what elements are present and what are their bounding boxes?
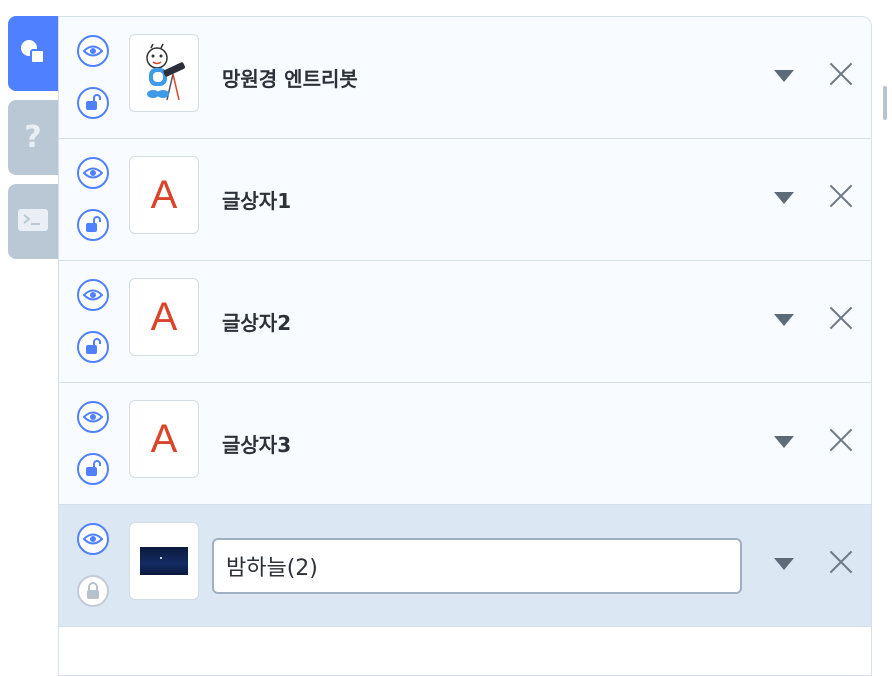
close-icon[interactable] (829, 61, 855, 87)
chevron-down-icon[interactable] (774, 70, 794, 82)
close-icon[interactable] (829, 427, 855, 453)
object-name-input[interactable] (212, 538, 742, 594)
object-name[interactable]: 글상자3 (222, 429, 291, 458)
tab-console[interactable] (8, 184, 58, 259)
chevron-down-icon[interactable] (774, 314, 794, 326)
night-sky-icon (140, 547, 188, 575)
entrybot-telescope-icon (146, 43, 186, 101)
chevron-down-icon[interactable] (774, 192, 794, 204)
visibility-toggle-button[interactable] (77, 523, 109, 555)
text-box-icon: A (150, 295, 178, 339)
eye-icon (83, 45, 103, 57)
unlock-icon (86, 460, 101, 476)
close-icon[interactable] (829, 183, 855, 209)
close-icon[interactable] (829, 549, 855, 575)
visibility-toggle-button[interactable] (77, 401, 109, 433)
lock-icon (87, 582, 99, 599)
chevron-down-icon[interactable] (774, 436, 794, 448)
object-thumbnail[interactable] (129, 34, 199, 112)
object-name[interactable]: 글상자1 (222, 185, 291, 214)
object-row[interactable]: A 글상자3 (59, 383, 871, 505)
object-name[interactable]: 글상자2 (222, 307, 291, 336)
lock-toggle-button[interactable] (77, 575, 109, 607)
chevron-down-icon[interactable] (774, 558, 794, 570)
visibility-toggle-button[interactable] (77, 157, 109, 189)
object-thumbnail[interactable]: A (129, 278, 199, 356)
object-name-input-wrapper (212, 538, 742, 594)
text-box-icon: A (150, 173, 178, 217)
side-tab-strip: ? (8, 16, 58, 268)
object-thumbnail[interactable] (129, 522, 199, 600)
unlock-icon (86, 216, 101, 232)
list-empty-area (59, 628, 871, 675)
visibility-toggle-button[interactable] (77, 279, 109, 311)
lock-toggle-button[interactable] (77, 209, 109, 241)
objects-icon (20, 39, 46, 69)
tab-objects[interactable] (8, 16, 58, 91)
eye-icon (83, 533, 103, 545)
lock-toggle-button[interactable] (77, 87, 109, 119)
console-icon (18, 208, 48, 235)
object-row[interactable]: A 글상자1 (59, 139, 871, 261)
object-thumbnail[interactable]: A (129, 156, 199, 234)
unlock-icon (86, 94, 101, 110)
lock-toggle-button[interactable] (77, 453, 109, 485)
visibility-toggle-button[interactable] (77, 35, 109, 67)
object-name[interactable]: 망원경 엔트리봇 (222, 63, 358, 92)
unlock-icon (86, 338, 101, 354)
lock-toggle-button[interactable] (77, 331, 109, 363)
eye-icon (83, 411, 103, 423)
object-row[interactable]: 망원경 엔트리봇 (59, 17, 871, 139)
eye-icon (83, 289, 103, 301)
object-thumbnail[interactable]: A (129, 400, 199, 478)
eye-icon (83, 167, 103, 179)
text-box-icon: A (150, 417, 178, 461)
scrollbar-thumb[interactable] (883, 86, 887, 120)
object-row[interactable]: A 글상자2 (59, 261, 871, 383)
help-icon: ? (24, 120, 42, 155)
tab-help[interactable]: ? (8, 100, 58, 175)
close-icon[interactable] (829, 305, 855, 331)
